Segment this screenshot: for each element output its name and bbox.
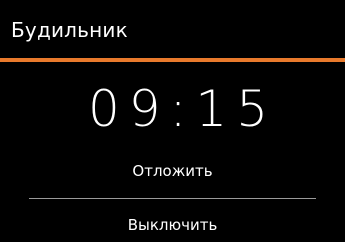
page-title: Будильник (11, 18, 128, 42)
title-bar: Будильник (0, 0, 345, 58)
stop-alarm-button[interactable]: Выключить (0, 212, 345, 238)
alarm-time: 09:15 (87, 80, 278, 138)
header-accent-line (0, 58, 345, 62)
snooze-button[interactable]: Отложить (0, 158, 345, 184)
divider (29, 198, 316, 199)
